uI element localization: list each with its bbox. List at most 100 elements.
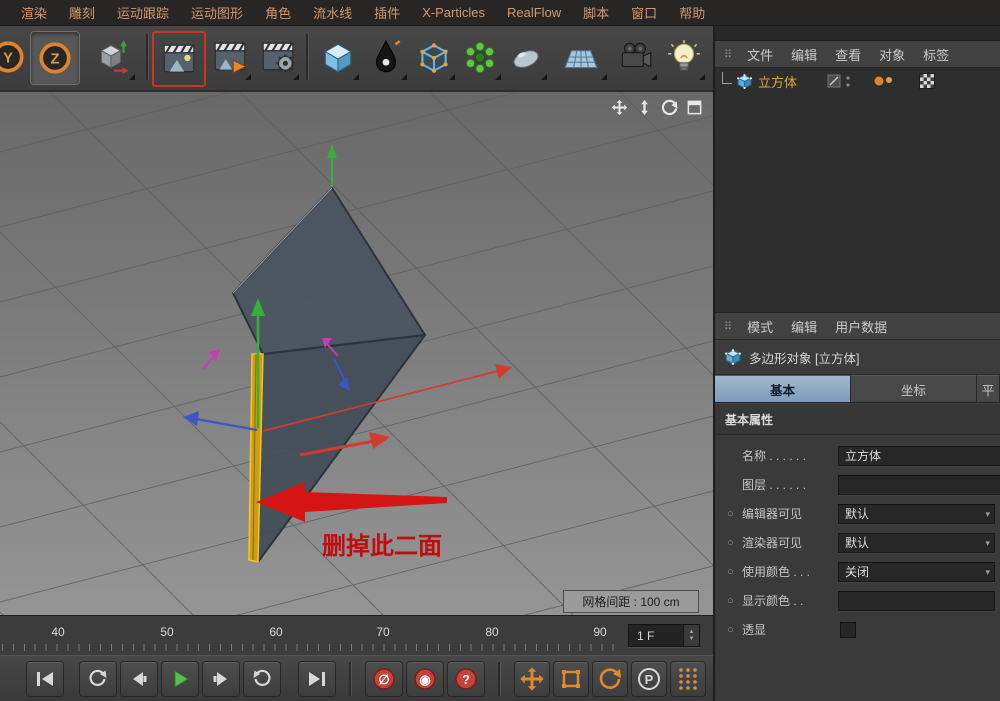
go-to-end-button[interactable] bbox=[298, 661, 336, 697]
spinner-down-icon[interactable]: ▼ bbox=[689, 636, 695, 643]
attr-label: 使用颜色 . . . bbox=[742, 563, 838, 580]
z-axis-lock-button[interactable]: Z bbox=[30, 31, 80, 85]
edit-state-icon[interactable] bbox=[827, 74, 842, 89]
go-to-start-button[interactable] bbox=[26, 661, 64, 697]
coordinate-system-toggle-button[interactable]: P bbox=[631, 661, 667, 697]
workplane-floor-button[interactable] bbox=[552, 31, 610, 83]
grip-icon[interactable]: ⠿ bbox=[724, 320, 732, 333]
loop-backward-button[interactable] bbox=[79, 661, 117, 697]
layer-input[interactable] bbox=[838, 475, 1000, 495]
xray-checkbox[interactable] bbox=[840, 622, 856, 638]
transport-separator bbox=[349, 662, 352, 696]
object-list[interactable]: 立方体 bbox=[715, 68, 1000, 313]
tab-basic[interactable]: 基本 bbox=[715, 375, 851, 402]
render-visibility-dropdown[interactable]: 默认 ▾ bbox=[838, 533, 995, 553]
light-button[interactable] bbox=[660, 31, 708, 83]
current-frame-field[interactable]: 1 F ▲ ▼ bbox=[628, 624, 700, 647]
menubar-item[interactable]: 渲染 bbox=[10, 3, 58, 22]
viewport-orbit-icon[interactable] bbox=[660, 98, 678, 116]
om-menu-item[interactable]: 标签 bbox=[914, 45, 958, 64]
name-input[interactable] bbox=[838, 446, 1000, 466]
deformer-icon bbox=[507, 38, 545, 76]
keyframe-circle-icon[interactable]: ○ bbox=[727, 624, 742, 636]
camera-icon bbox=[617, 38, 655, 76]
keyframe-circle-icon[interactable]: ○ bbox=[727, 566, 742, 578]
menubar-item[interactable]: 帮助 bbox=[668, 3, 716, 22]
menubar-item[interactable]: X-Particles bbox=[411, 5, 496, 20]
menubar-item[interactable]: 运动图形 bbox=[180, 3, 254, 22]
record-keyframe-button[interactable]: ◉ bbox=[406, 661, 444, 697]
edit-render-settings-button[interactable] bbox=[254, 31, 302, 83]
menubar-item[interactable]: 脚本 bbox=[572, 3, 620, 22]
spinner-up-icon[interactable]: ▲ bbox=[689, 629, 695, 636]
y-axis-icon: Y bbox=[0, 38, 27, 76]
am-menu-item[interactable]: 模式 bbox=[738, 317, 782, 336]
keyframe-circle-icon[interactable]: ○ bbox=[727, 508, 742, 520]
menubar-item[interactable]: 雕刻 bbox=[58, 3, 106, 22]
mograph-array-button[interactable] bbox=[456, 31, 504, 83]
subdivision-surface-button[interactable] bbox=[410, 31, 458, 83]
menubar-item[interactable]: 插件 bbox=[363, 3, 411, 22]
play-button[interactable] bbox=[161, 661, 199, 697]
editor-visibility-dropdown[interactable]: 默认 ▾ bbox=[838, 504, 995, 524]
am-menu-item[interactable]: 用户数据 bbox=[826, 317, 896, 336]
ruler-tick-label: 60 bbox=[263, 625, 289, 639]
viewport-pan-icon[interactable] bbox=[610, 98, 628, 116]
rotate-tool-button[interactable] bbox=[592, 661, 628, 697]
polygon-object-icon bbox=[724, 348, 742, 366]
keyframe-circle-icon[interactable]: ○ bbox=[727, 537, 742, 549]
selection-tag-icon[interactable] bbox=[919, 73, 935, 89]
timeline-ruler[interactable]: 40 50 60 70 80 90 bbox=[0, 616, 620, 656]
viewport-3d[interactable]: 删掉此二面 网格间距 : 100 cm bbox=[0, 90, 713, 617]
tab-coordinates[interactable]: 坐标 bbox=[851, 375, 977, 402]
attribute-rows: 名称 . . . . . . 图层 . . . . . . ○ 编辑器可见 默认… bbox=[715, 435, 1000, 644]
object-name[interactable]: 立方体 bbox=[758, 72, 797, 91]
loop-forward-button[interactable] bbox=[243, 661, 281, 697]
y-axis-lock-button[interactable]: Y bbox=[0, 31, 32, 83]
visibility-dots-icon[interactable] bbox=[845, 74, 851, 89]
om-menu-item[interactable]: 对象 bbox=[870, 45, 914, 64]
render-view-icon bbox=[160, 40, 198, 78]
object-row-cube[interactable]: 立方体 bbox=[715, 68, 1000, 94]
menubar-item[interactable]: 运动跟踪 bbox=[106, 3, 180, 22]
polygon-object-icon bbox=[736, 73, 753, 90]
render-view-button[interactable] bbox=[152, 31, 206, 87]
svg-text:Y: Y bbox=[3, 50, 13, 66]
menubar-item[interactable]: 角色 bbox=[254, 3, 302, 22]
layer-dots-icon[interactable] bbox=[873, 74, 895, 88]
move-tool-button[interactable] bbox=[514, 661, 550, 697]
deformer-button[interactable] bbox=[502, 31, 550, 83]
viewport-maximize-icon[interactable] bbox=[685, 98, 703, 116]
use-color-dropdown[interactable]: 关闭 ▾ bbox=[838, 562, 995, 582]
om-menu-item[interactable]: 查看 bbox=[826, 45, 870, 64]
chevron-down-icon: ▾ bbox=[985, 567, 990, 578]
viewport-dolly-icon[interactable] bbox=[635, 98, 653, 116]
previous-frame-button[interactable] bbox=[120, 661, 158, 697]
display-color-dropdown[interactable] bbox=[838, 591, 995, 611]
ruler-ticks bbox=[2, 644, 614, 651]
snap-dots-grid-button[interactable] bbox=[670, 661, 706, 697]
om-menu-item[interactable]: 编辑 bbox=[782, 45, 826, 64]
tab-phong[interactable]: 平 bbox=[977, 375, 1000, 402]
am-menu-item[interactable]: 编辑 bbox=[782, 317, 826, 336]
menubar-item[interactable]: 窗口 bbox=[620, 3, 668, 22]
timeline[interactable]: 40 50 60 70 80 90 1 F ▲ ▼ bbox=[0, 615, 713, 656]
autokey-button[interactable]: ? bbox=[447, 661, 485, 697]
record-disabled-button[interactable]: ∅ bbox=[365, 661, 403, 697]
frame-spinner[interactable]: ▲ ▼ bbox=[683, 625, 699, 646]
scale-tool-button[interactable] bbox=[553, 661, 589, 697]
keyframe-circle-icon[interactable]: ○ bbox=[727, 595, 742, 607]
menubar-item[interactable]: 流水线 bbox=[302, 3, 363, 22]
coordinate-system-button[interactable] bbox=[86, 31, 138, 83]
section-header-basic-properties: 基本属性 bbox=[715, 403, 1000, 435]
pen-spline-button[interactable] bbox=[362, 31, 410, 83]
next-frame-button[interactable] bbox=[202, 661, 240, 697]
scene-canvas[interactable]: 删掉此二面 bbox=[0, 92, 713, 617]
menubar-item[interactable]: RealFlow bbox=[496, 5, 572, 20]
add-cube-primitive-button[interactable] bbox=[314, 31, 362, 83]
render-to-picture-viewer-button[interactable] bbox=[206, 31, 254, 83]
svg-text:P: P bbox=[645, 672, 654, 687]
grip-icon[interactable]: ⠿ bbox=[724, 48, 732, 61]
camera-button[interactable] bbox=[612, 31, 660, 83]
om-menu-item[interactable]: 文件 bbox=[738, 45, 782, 64]
